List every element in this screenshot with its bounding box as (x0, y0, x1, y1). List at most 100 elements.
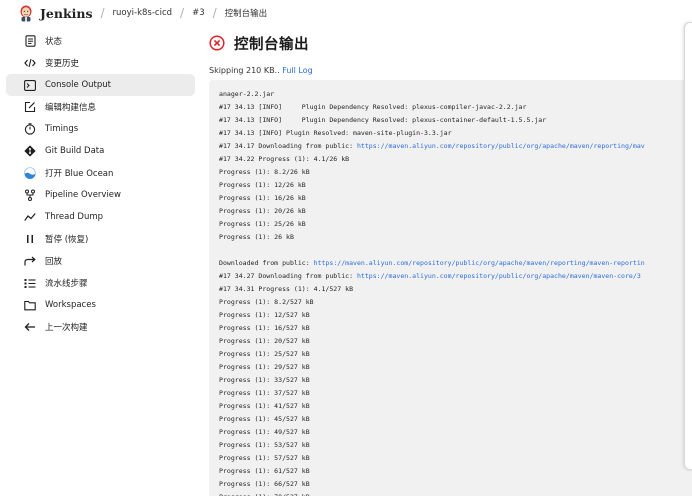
console-line: #17 34.17 Downloading from public: https… (219, 140, 692, 153)
git-icon (24, 145, 36, 157)
console-output[interactable]: anager-2.2.jar #17 34.13 [INFO] Plugin De… (209, 80, 692, 496)
sidebar-item-console-output[interactable]: Console Output (6, 74, 195, 96)
console-line: Progress (1): 70/527 kB (219, 491, 692, 496)
pipeline-icon (24, 189, 36, 201)
sidebar-item-pipeline-overview[interactable]: Pipeline Overview (6, 184, 195, 206)
console-line-text: #17 34.13 [INFO] Plugin Dependency Resol… (219, 116, 547, 124)
breadcrumb-separator: / (180, 6, 185, 20)
sidebar-item-replay[interactable]: 回放 (6, 250, 195, 272)
sidebar-item-label: Thread Dump (45, 212, 104, 222)
console-line: Progress (1): 61/527 kB (219, 465, 692, 478)
sidebar-item-label: 上一次构建 (45, 323, 88, 333)
sidebar-item-thread-dump[interactable]: Thread Dump (6, 206, 195, 228)
console-line-text: #17 34.31 Progress (1): 4.1/527 kB (219, 285, 354, 293)
title-row: 控制台输出 (209, 26, 692, 60)
main-content: 控制台输出 Skipping 210 KB.. Full Log anager-… (209, 26, 692, 496)
console-line: Progress (1): 25/527 kB (219, 348, 692, 361)
console-line: Downloaded from public: https://maven.al… (219, 257, 692, 270)
side-panel-edge[interactable] (684, 22, 692, 470)
console-line: Progress (1): 20/26 kB (219, 205, 692, 218)
arrow-left-icon (24, 321, 36, 333)
jenkins-logo-icon[interactable] (18, 4, 34, 22)
console-line: Progress (1): 45/527 kB (219, 413, 692, 426)
graph-icon (24, 211, 36, 223)
console-line: Progress (1): 12/527 kB (219, 309, 692, 322)
sidebar-item-label: Console Output (45, 80, 111, 90)
console-line: Progress (1): 8.2/26 kB (219, 166, 692, 179)
blue-ocean-icon (24, 167, 36, 179)
console-line: #17 34.22 Progress (1): 4.1/26 kB (219, 153, 692, 166)
console-link[interactable]: https://maven.aliyun.com/repository/publ… (357, 272, 641, 280)
breadcrumb-separator: / (212, 6, 217, 20)
brand-name[interactable]: Jenkins (40, 6, 93, 21)
console-line: #17 34.27 Downloading from public: https… (219, 270, 692, 283)
console-line-text: Progress (1): 25/527 kB (219, 350, 310, 358)
console-line-text: Progress (1): 8.2/527 kB (219, 298, 314, 306)
steps-icon (24, 277, 36, 289)
sidebar-item-label: Pipeline Overview (45, 190, 121, 200)
console-line-text: Progress (1): 8.2/26 kB (219, 168, 310, 176)
console-line-text: Progress (1): 16/26 kB (219, 194, 306, 202)
sidebar-item-timings[interactable]: Timings (6, 118, 195, 140)
console-line-text: Progress (1): 20/527 kB (219, 337, 310, 345)
console-line-text: #17 34.13 [INFO] Plugin Resolved: maven-… (219, 129, 452, 137)
sidebar-item-label: 回放 (45, 257, 63, 267)
console-line-text: Progress (1): 66/527 kB (219, 480, 310, 488)
sidebar-item-label: 暂停 (恢复) (45, 235, 89, 245)
page-title: 控制台输出 (234, 36, 309, 53)
console-line-text: #17 34.13 [INFO] Plugin Dependency Resol… (219, 103, 527, 111)
sidebar-item-git-build-data[interactable]: Git Build Data (6, 140, 195, 162)
sidebar-item-previous-build[interactable]: 上一次构建 (6, 316, 195, 338)
console-line-text: Progress (1): 45/527 kB (219, 415, 310, 423)
breadcrumb-job[interactable]: ruoyi-k8s-cicd (113, 8, 172, 18)
folder-icon (24, 299, 36, 311)
console-line: Progress (1): 25/26 kB (219, 218, 692, 231)
console-line: Progress (1): 49/527 kB (219, 426, 692, 439)
skip-text: Skipping 210 KB.. (209, 66, 283, 75)
sidebar-item-pipeline-steps[interactable]: 流水线步骤 (6, 272, 195, 294)
console-line-text: Progress (1): 37/527 kB (219, 389, 310, 397)
terminal-icon (24, 79, 36, 91)
console-link[interactable]: https://maven.aliyun.com/repository/publ… (314, 259, 645, 267)
sidebar: 状态 变更历史 Console Output 编辑构建信息 Timings Gi… (0, 30, 200, 338)
sidebar-item-edit-build-info[interactable]: 编辑构建信息 (6, 96, 195, 118)
replay-icon (24, 255, 36, 267)
console-line-text: Progress (1): 57/527 kB (219, 454, 310, 462)
console-line: Progress (1): 8.2/527 kB (219, 296, 692, 309)
console-line: Progress (1): 41/527 kB (219, 400, 692, 413)
console-line: Progress (1): 16/26 kB (219, 192, 692, 205)
pause-icon (24, 233, 36, 245)
sidebar-item-pause-resume[interactable]: 暂停 (恢复) (6, 228, 195, 250)
console-line: Progress (1): 66/527 kB (219, 478, 692, 491)
console-link[interactable]: https://maven.aliyun.com/repository/publ… (357, 142, 645, 150)
breadcrumb-build[interactable]: #3 (192, 8, 205, 18)
sidebar-item-workspaces[interactable]: Workspaces (6, 294, 195, 316)
console-line: anager-2.2.jar (219, 88, 692, 101)
console-line: #17 34.13 [INFO] Plugin Dependency Resol… (219, 114, 692, 127)
console-line-text: anager-2.2.jar (219, 90, 275, 98)
sidebar-item-changes[interactable]: 变更历史 (6, 52, 195, 74)
failed-status-icon (209, 35, 225, 51)
console-line: Progress (1): 57/527 kB (219, 452, 692, 465)
breadcrumb-current[interactable]: 控制台输出 (225, 7, 268, 19)
sidebar-item-status[interactable]: 状态 (6, 30, 195, 52)
console-line: Progress (1): 26 kB (219, 231, 692, 244)
console-line-text: Progress (1): 29/527 kB (219, 363, 310, 371)
sidebar-item-label: Timings (45, 124, 79, 134)
console-line: #17 34.31 Progress (1): 4.1/527 kB (219, 283, 692, 296)
console-line-text: Progress (1): 33/527 kB (219, 376, 310, 384)
edit-icon (24, 101, 36, 113)
sidebar-item-blue-ocean[interactable]: 打开 Blue Ocean (6, 162, 195, 184)
console-line-text: Progress (1): 12/26 kB (219, 181, 306, 189)
console-line-text: Progress (1): 26 kB (219, 233, 294, 241)
console-line-text: Progress (1): 12/527 kB (219, 311, 310, 319)
console-line: Progress (1): 33/527 kB (219, 374, 692, 387)
status-icon (24, 35, 36, 47)
console-line: #17 34.13 [INFO] Plugin Resolved: maven-… (219, 127, 692, 140)
console-line: Progress (1): 29/527 kB (219, 361, 692, 374)
full-log-link[interactable]: Full Log (282, 66, 313, 75)
skip-notice: Skipping 210 KB.. Full Log (209, 66, 692, 78)
console-line: Progress (1): 20/527 kB (219, 335, 692, 348)
sidebar-item-label: 流水线步骤 (45, 279, 88, 289)
